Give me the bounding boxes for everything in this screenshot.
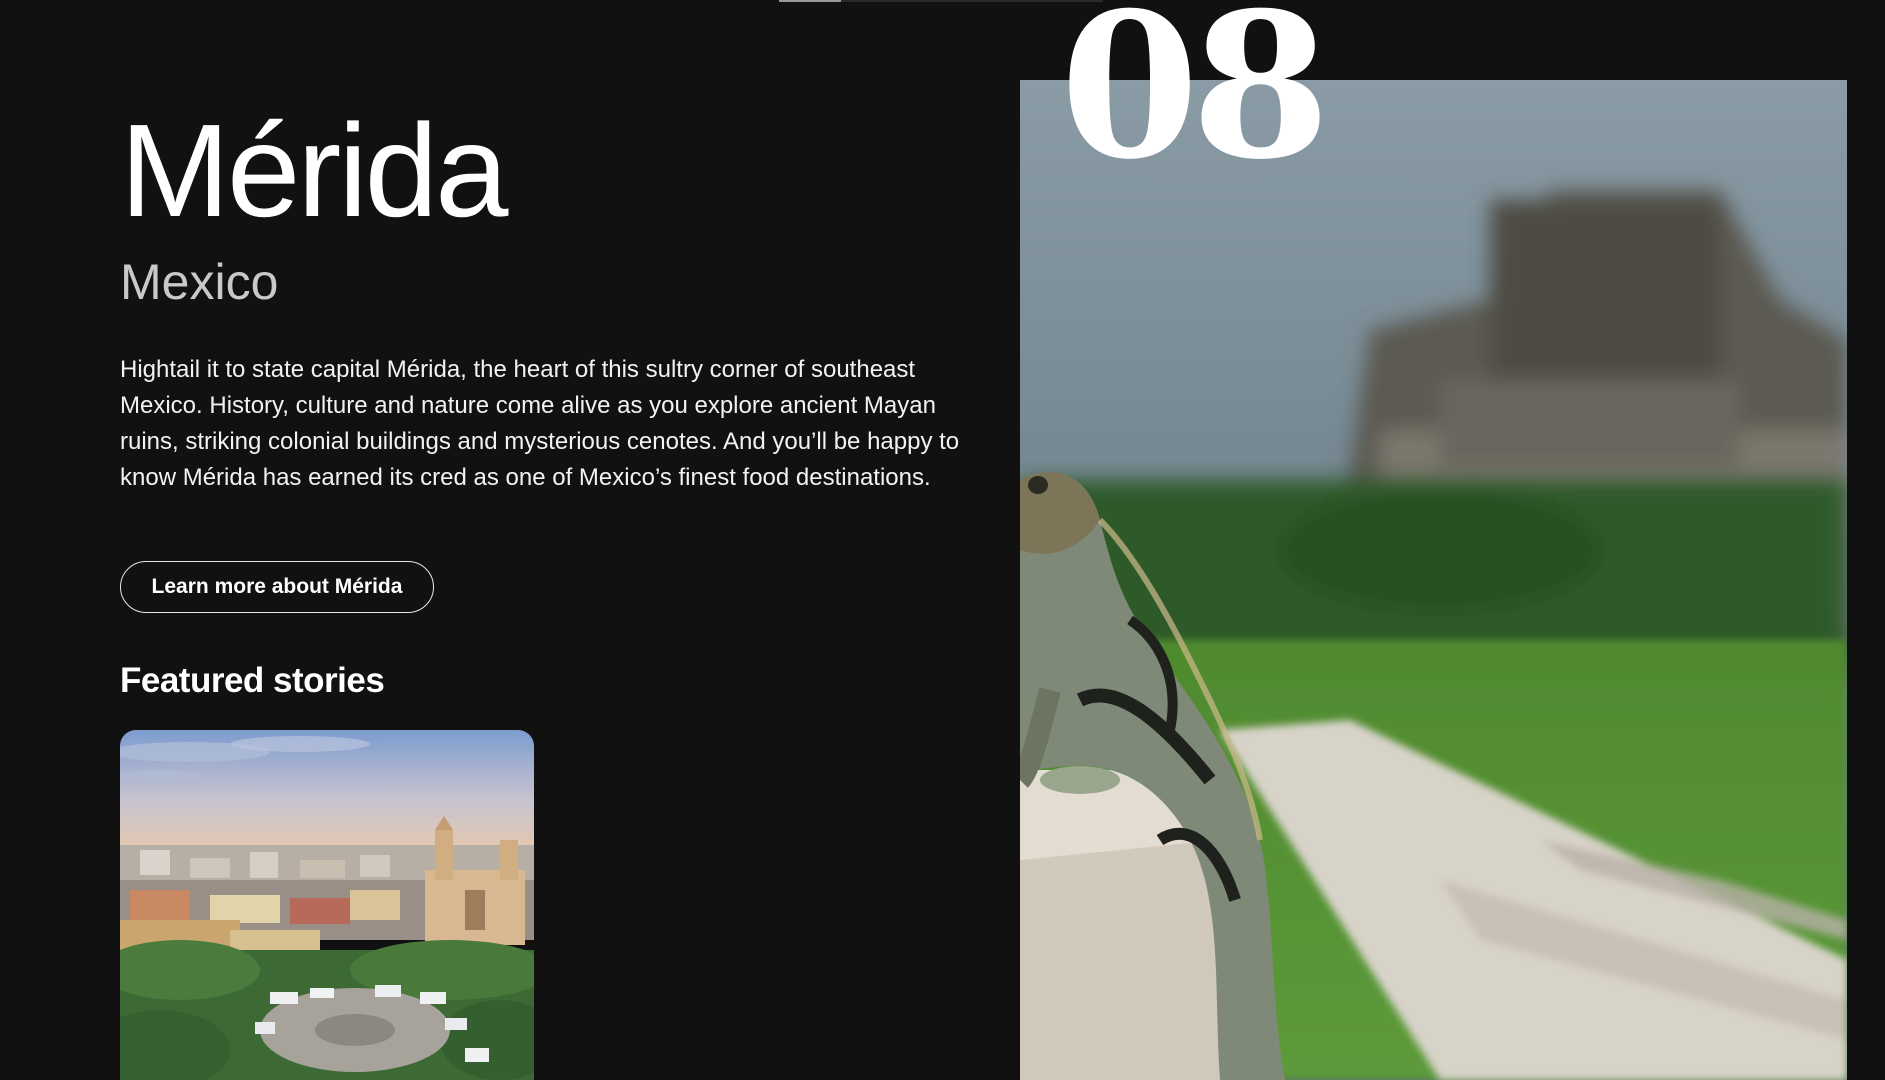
featured-stories-heading: Featured stories — [120, 661, 385, 700]
featured-story-image — [120, 730, 534, 1080]
slide-progress-fill — [779, 0, 841, 2]
slide-number: 08 — [1060, 0, 1330, 204]
country-subtitle: Mexico — [120, 254, 279, 310]
learn-more-button[interactable]: Learn more about Mérida — [120, 561, 434, 613]
iguana-ruins-photo — [1020, 80, 1847, 1080]
destination-description: Hightail it to state capital Mérida, the… — [120, 356, 960, 491]
featured-story-card[interactable] — [120, 730, 534, 1080]
slide-progress-bar — [779, 0, 1103, 2]
city-title: Mérida — [120, 97, 508, 244]
hero-image — [1020, 80, 1847, 1080]
